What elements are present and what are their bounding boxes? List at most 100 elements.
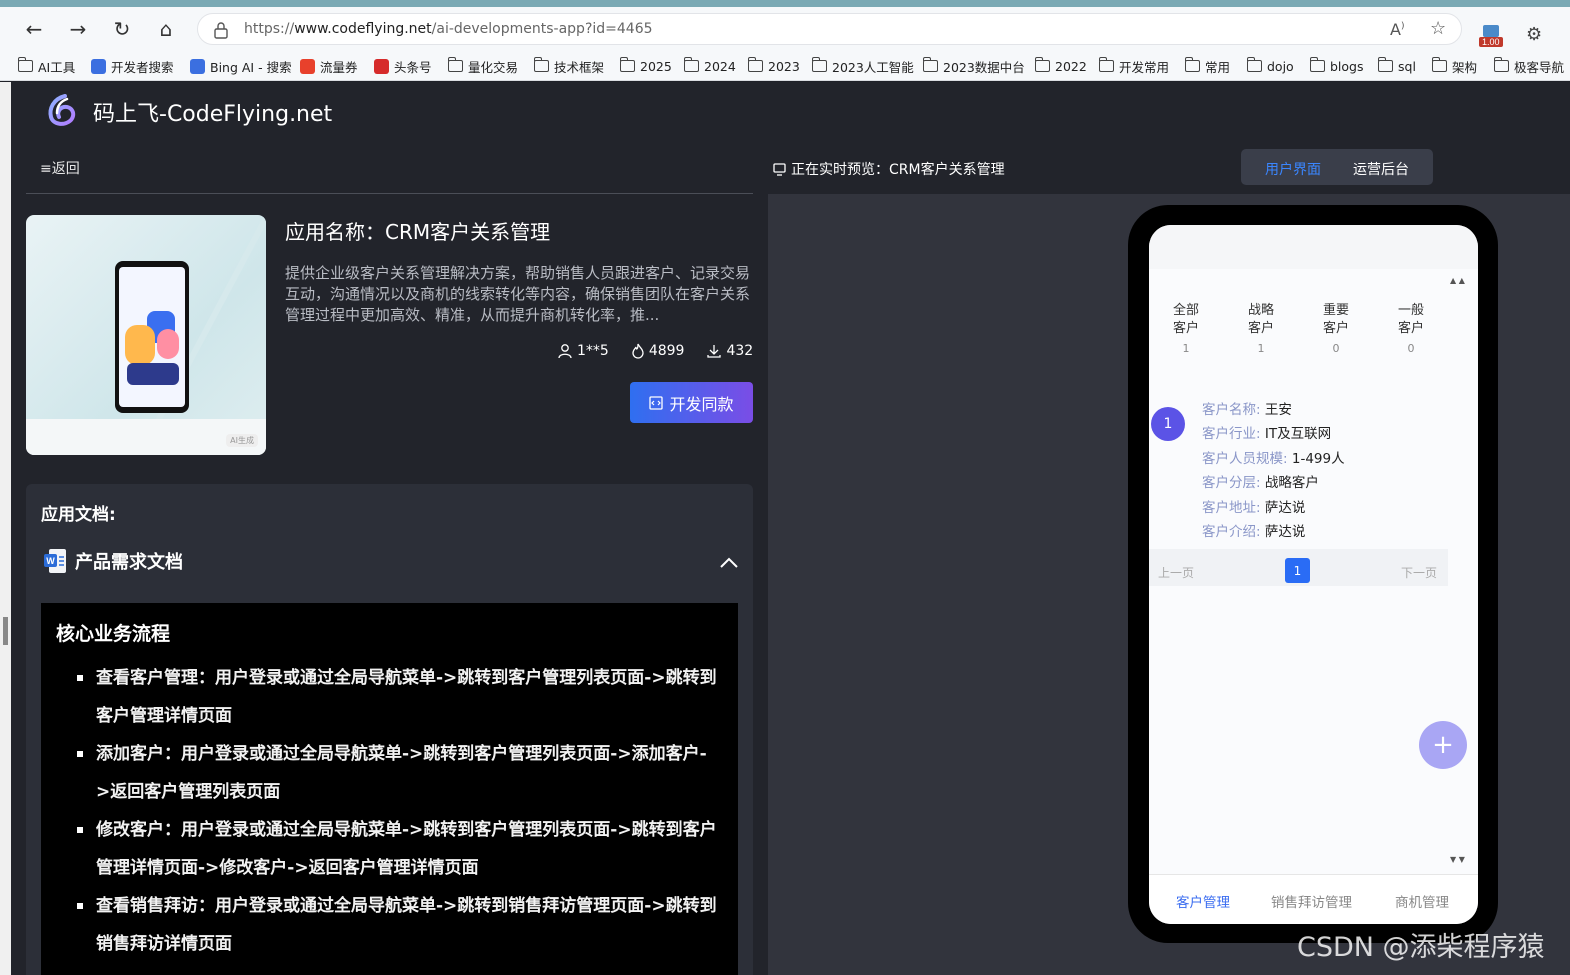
thumb-screen — [119, 267, 185, 407]
code-icon — [649, 395, 664, 410]
tab-customer-management[interactable]: 客户管理 — [1176, 891, 1230, 911]
field-key: 客户介绍: — [1202, 524, 1261, 540]
tab-opportunity[interactable]: 商机管理 — [1395, 891, 1449, 911]
bookmark-item[interactable]: 2024 — [683, 57, 736, 75]
bookmark-item[interactable]: blogs — [1309, 57, 1364, 75]
address-bar[interactable]: https://www.codeflying.net/ai-developmen… — [197, 13, 1462, 45]
bookmark-item[interactable]: 开发者搜索 — [91, 57, 174, 75]
bookmark-item[interactable]: 技术框架 — [533, 57, 604, 75]
bookmark-item[interactable]: AI工具 — [17, 57, 75, 75]
bookmark-label: 量化交易 — [468, 59, 519, 75]
category-label: 客户 — [1247, 321, 1274, 336]
refresh-icon[interactable]: ↻ — [110, 17, 134, 41]
category-label: 重要 — [1322, 303, 1349, 318]
bookmark-item[interactable]: 开发常用 — [1098, 57, 1169, 75]
field-value: 萨达说 — [1264, 500, 1306, 516]
site-favicon-icon — [190, 58, 205, 74]
download-icon — [707, 345, 722, 358]
tab-admin-view[interactable]: 运营后台 — [1353, 159, 1409, 179]
window-top-strip — [0, 0, 1570, 7]
app-description: 提供企业级客户关系管理解决方案，帮助销售人员跟进客户、记录交易互动，沟通情况以及… — [285, 264, 751, 324]
customer-field[interactable]: 客户行业: IT及互联网 — [1202, 422, 1331, 442]
app-thumbnail: AI生成 — [26, 215, 266, 455]
read-aloud-icon[interactable]: A) — [1390, 20, 1404, 39]
category-all[interactable]: 全部 客户 1 — [1161, 302, 1211, 358]
bookmark-item[interactable]: 2023人工智能 — [811, 57, 914, 75]
bookmark-item[interactable]: 架构 — [1431, 57, 1477, 75]
thumb-shape — [125, 325, 155, 365]
folder-icon — [619, 57, 635, 72]
bookmark-item[interactable]: 量化交易 — [447, 57, 519, 75]
views-stat: 4899 — [631, 343, 685, 359]
bookmark-label: 2022 — [1055, 58, 1087, 74]
category-important[interactable]: 重要 客户 0 — [1311, 302, 1361, 358]
current-page-button[interactable]: 1 — [1285, 558, 1310, 583]
extension-icon[interactable]: 1.00 — [1479, 23, 1505, 49]
site-favicon-icon — [374, 58, 389, 74]
scroll-up-icon[interactable]: ▲ ▲ — [1450, 276, 1465, 285]
back-button[interactable]: ≡返回 — [40, 158, 80, 178]
category-strategic[interactable]: 战略 客户 1 — [1236, 302, 1286, 358]
views-value: 4899 — [648, 343, 685, 359]
category-count: 1 — [1182, 342, 1190, 355]
codeflying-logo-icon[interactable] — [45, 93, 79, 127]
forward-arrow-icon[interactable]: → — [66, 17, 90, 41]
customer-field[interactable]: 客户地址: 萨达说 — [1202, 496, 1305, 516]
bookmark-item[interactable]: 极客导航 — [1493, 57, 1564, 75]
bookmark-item[interactable]: Bing AI - 搜索 — [190, 57, 292, 75]
bookmark-label: 2023人工智能 — [832, 59, 914, 75]
bookmark-label: 开发者搜索 — [111, 59, 174, 75]
customer-field[interactable]: 客户介绍: 萨达说 — [1202, 520, 1305, 540]
pagination: 上一页 1 下一页 — [1149, 549, 1448, 586]
bookmark-item[interactable]: sql — [1377, 57, 1416, 75]
chevron-up-icon[interactable] — [719, 553, 739, 573]
bookmark-item[interactable]: 常用 — [1184, 57, 1230, 75]
field-key: 客户分层: — [1202, 475, 1261, 491]
develop-same-button[interactable]: 开发同款 — [630, 382, 753, 423]
folder-icon — [1377, 57, 1393, 72]
preview-label-text: 正在实时预览：CRM客户关系管理 — [791, 162, 1005, 178]
folder-icon — [1431, 57, 1447, 72]
customer-field[interactable]: 客户人员规模: 1-499人 — [1202, 447, 1345, 467]
add-customer-fab[interactable]: + — [1419, 721, 1467, 769]
folder-icon — [1034, 57, 1050, 72]
folder-icon — [683, 57, 699, 72]
tab-user-view[interactable]: 用户界面 — [1265, 159, 1321, 179]
field-value: 1-499人 — [1291, 451, 1345, 467]
bookmark-item[interactable]: 头条号 — [374, 57, 432, 75]
tab-sales-visit[interactable]: 销售拜访管理 — [1271, 891, 1352, 911]
left-window-edge — [0, 82, 11, 975]
next-page-button[interactable]: 下一页 — [1401, 564, 1437, 581]
category-general[interactable]: 一般 客户 0 — [1386, 302, 1436, 358]
category-count: 0 — [1407, 342, 1415, 355]
field-key: 客户名称: — [1202, 402, 1261, 418]
back-arrow-icon[interactable]: ← — [22, 17, 46, 41]
bookmark-label: 头条号 — [394, 59, 432, 75]
extensions-puzzle-icon[interactable]: ⚙ — [1526, 24, 1542, 45]
prev-page-button[interactable]: 上一页 — [1158, 564, 1194, 581]
bookmark-item[interactable]: 2025 — [619, 57, 672, 75]
home-icon[interactable]: ⌂ — [154, 17, 178, 41]
scroll-down-icon[interactable]: ▼ ▼ — [1450, 855, 1465, 864]
url-text[interactable]: https://www.codeflying.net/ai-developmen… — [244, 21, 653, 37]
site-favicon-icon — [300, 58, 315, 74]
bookmark-item[interactable]: 流量券 — [300, 57, 358, 75]
phone-tab-bar: 客户管理 销售拜访管理 商机管理 — [1149, 874, 1478, 924]
customer-field[interactable]: 客户分层: 战略客户 — [1202, 471, 1319, 491]
category-label: 一般 — [1397, 303, 1424, 318]
lock-icon[interactable] — [213, 21, 229, 39]
svg-text:W: W — [46, 556, 55, 566]
bookmark-label: sql — [1398, 58, 1416, 74]
doc-section-header[interactable]: W 产品需求文档 — [43, 548, 183, 574]
bookmark-item[interactable]: 2023数据中台 — [922, 57, 1025, 75]
scroll-handle[interactable] — [3, 617, 8, 645]
bookmark-item[interactable]: 2023 — [747, 57, 800, 75]
bookmark-item[interactable]: 2022 — [1034, 57, 1087, 75]
list-item: 添加客户：用户登录或通过全局导航菜单->跳转到客户管理列表页面->添加客户->返… — [77, 735, 717, 811]
customer-field[interactable]: 客户名称: 王安 — [1202, 398, 1292, 418]
doc-content: 核心业务流程 查看客户管理：用户登录或通过全局导航菜单->跳转到客户管理列表页面… — [41, 603, 738, 975]
folder-icon — [1098, 57, 1114, 72]
favorite-star-icon[interactable]: ☆ — [1430, 18, 1446, 39]
site-name[interactable]: 码上飞-CodeFlying.net — [93, 96, 332, 128]
bookmark-item[interactable]: dojo — [1246, 57, 1294, 75]
